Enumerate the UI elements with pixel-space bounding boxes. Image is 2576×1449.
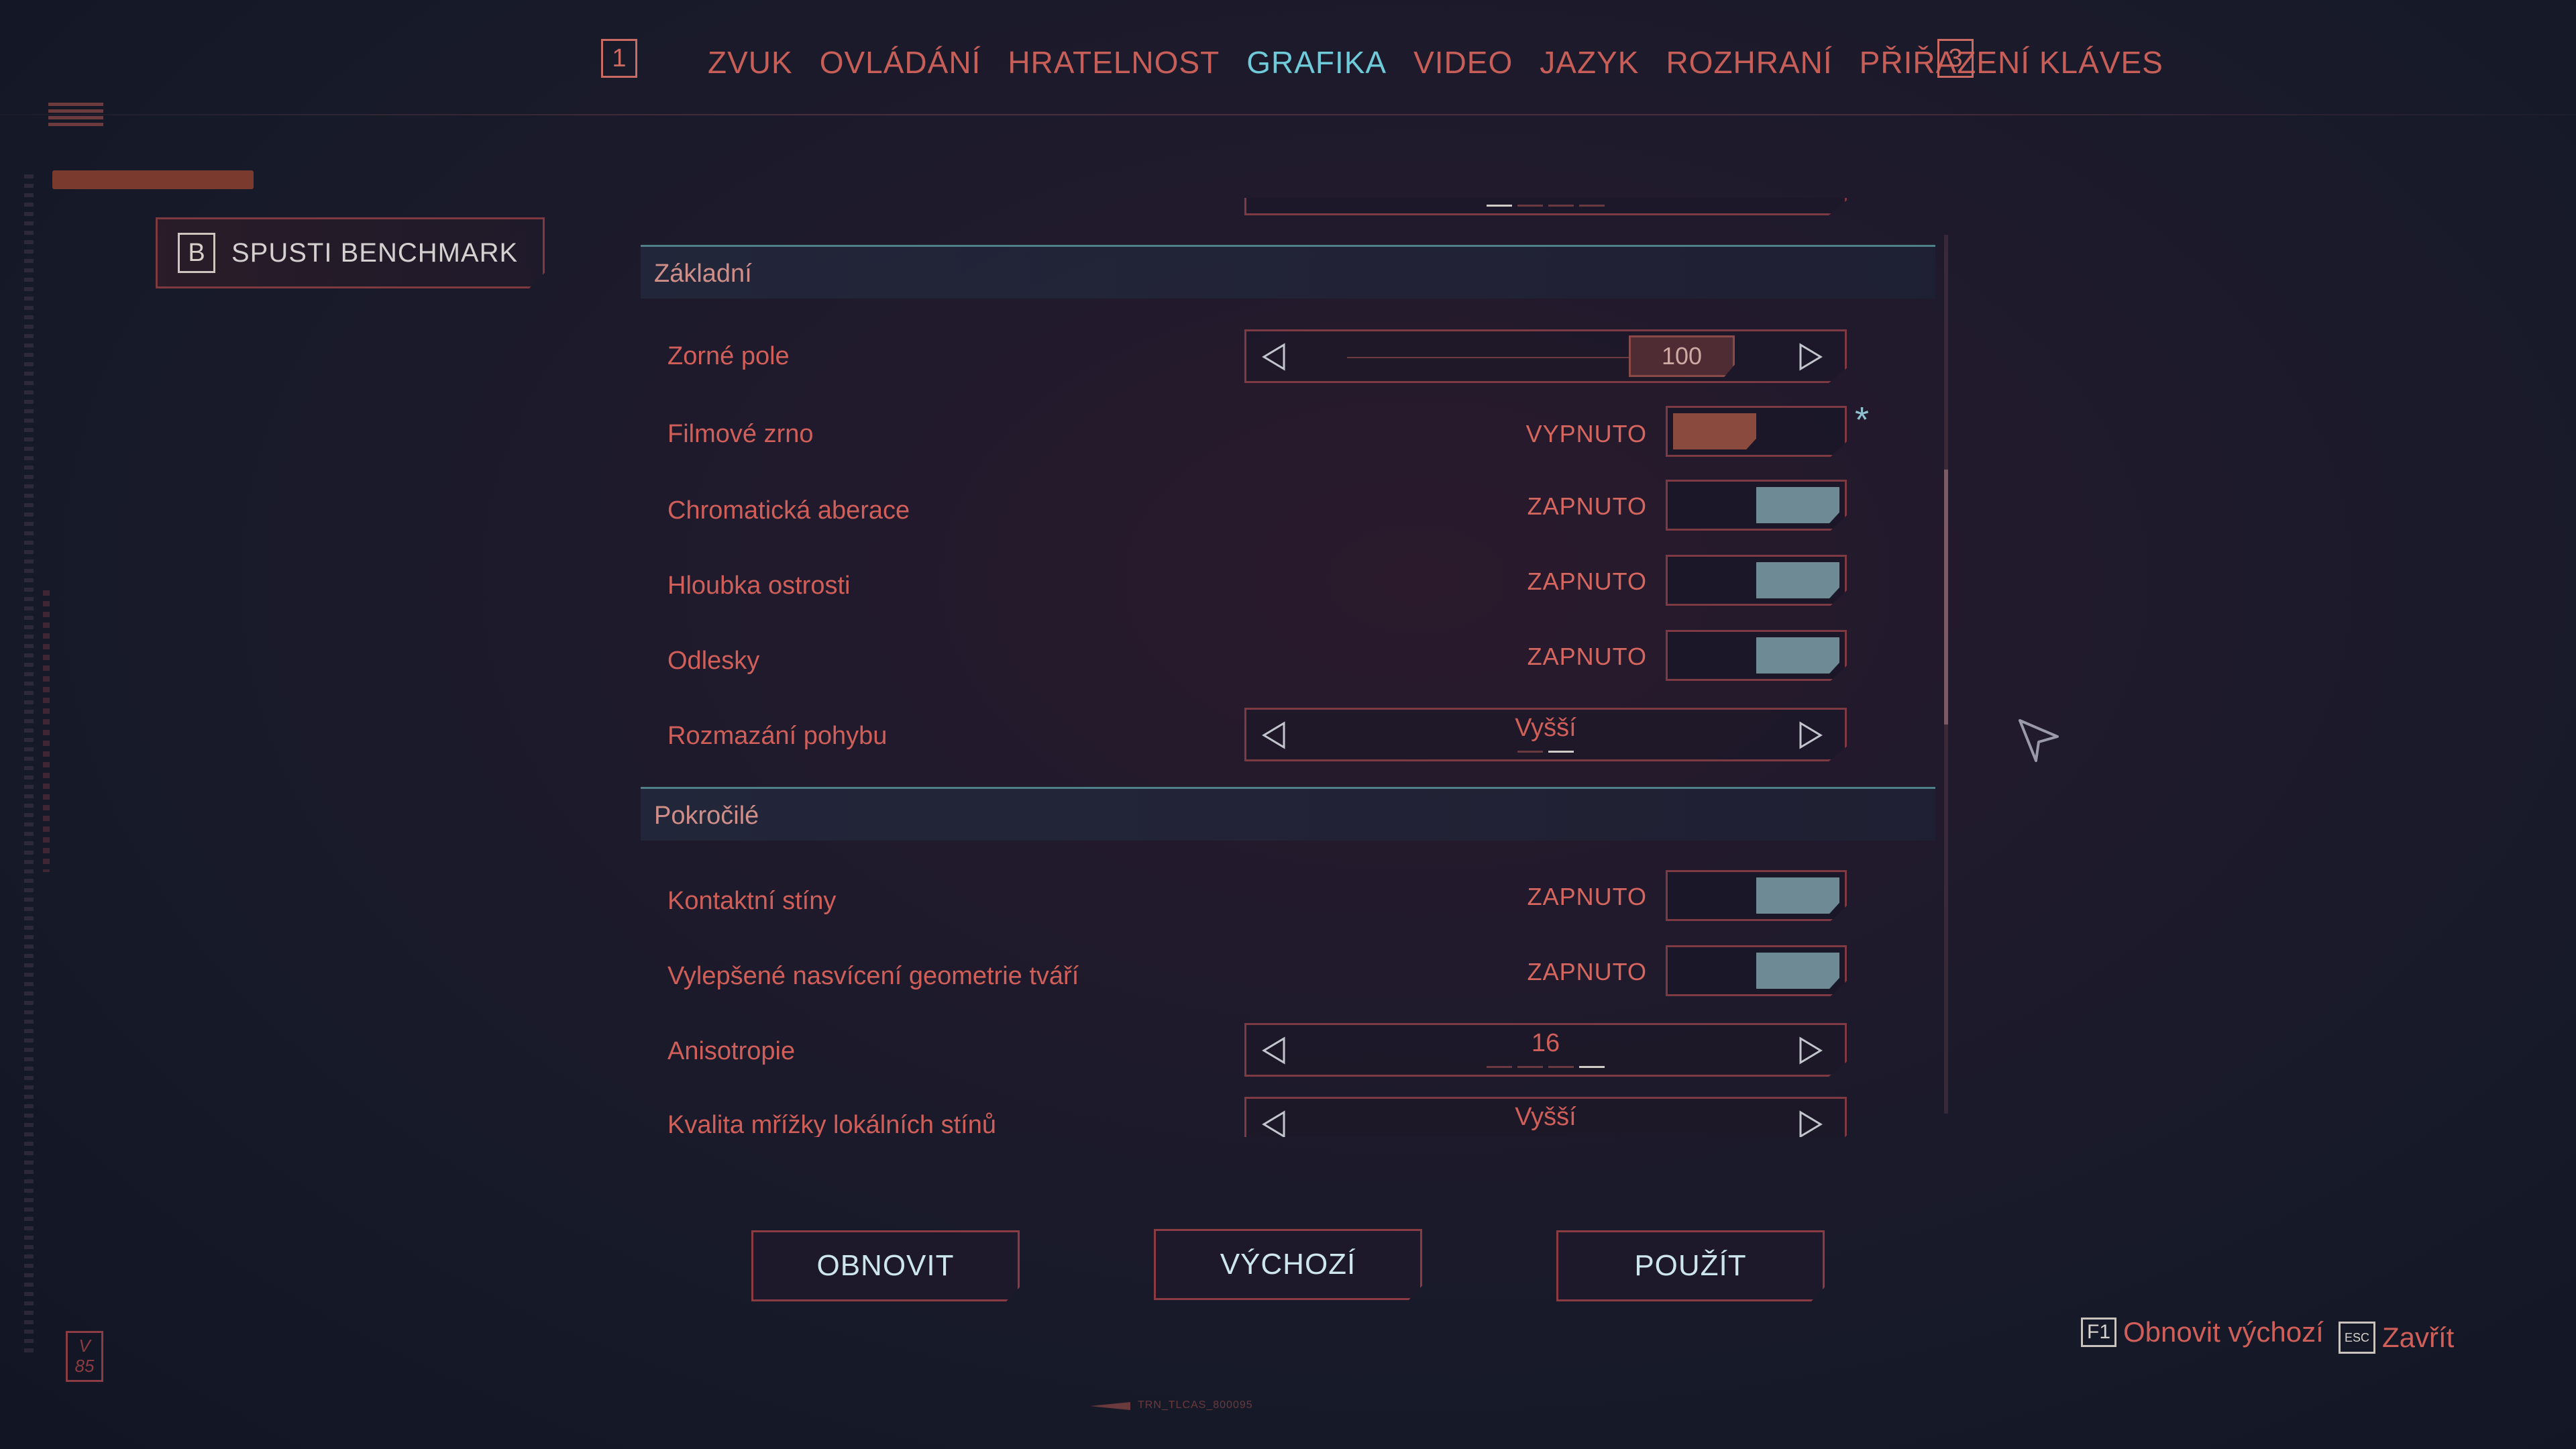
refresh-button[interactable]: OBNOVIT [751, 1230, 1020, 1301]
esc-key: ESC [2339, 1322, 2376, 1354]
run-benchmark-button[interactable]: B SPUSTI BENCHMARK [156, 217, 545, 288]
face-lighting-state: ZAPNUTO [1527, 958, 1647, 985]
tab-grafika[interactable]: GRAFIKA [1233, 40, 1400, 85]
contact-shadows-toggle[interactable] [1666, 870, 1847, 921]
settings-panel: Základní Zorné pole 100 Filmové zrno VYP… [641, 198, 1935, 1137]
f1-key: F1 [2081, 1318, 2117, 1347]
motion-blur-label: Rozmazání pohybu [667, 722, 888, 750]
close-label: Zavřít [2382, 1322, 2455, 1353]
chromatic-aberration-toggle[interactable] [1666, 480, 1847, 531]
tab-ovladani[interactable]: OVLÁDÁNÍ [806, 40, 995, 85]
settings-scrollbar-thumb[interactable] [1944, 470, 1948, 724]
arrow-left-icon[interactable] [1258, 341, 1291, 373]
build-tag-arrow [1090, 1402, 1130, 1410]
depth-of-field-toggle[interactable] [1666, 555, 1847, 606]
section-header-basic: Základní [641, 245, 1935, 299]
anisotropy-selector[interactable]: 16 [1244, 1023, 1847, 1077]
arrow-right-icon[interactable] [1794, 1034, 1826, 1067]
contact-shadows-state: ZAPNUTO [1527, 883, 1647, 910]
tab-video[interactable]: VIDEO [1400, 40, 1526, 85]
lens-flare-state: ZAPNUTO [1527, 643, 1647, 670]
contact-shadows-label: Kontaktní stíny [667, 887, 837, 915]
motion-blur-selector[interactable]: Vyšší [1244, 708, 1847, 761]
next-tab-key[interactable]: 3 [1937, 39, 1974, 78]
apply-button[interactable]: POUŽÍT [1556, 1230, 1825, 1301]
section-header-advanced: Pokročilé [641, 787, 1935, 841]
restore-defaults-label: Obnovit výchozí [2123, 1316, 2324, 1348]
fov-slider-track [1347, 357, 1629, 358]
partial-selector[interactable] [1244, 198, 1847, 215]
chromatic-aberration-label: Chromatická aberace [667, 496, 910, 525]
face-lighting-label: Vylepšené nasvícení geometrie tváří [667, 962, 1079, 990]
version-badge: V 85 [66, 1331, 103, 1382]
arrow-right-icon[interactable] [1794, 1108, 1826, 1137]
prev-tab-key[interactable]: 1 [601, 39, 637, 78]
film-grain-state: VYPNUTO [1525, 420, 1647, 447]
lens-flare-label: Odlesky [667, 647, 760, 675]
local-shadow-mesh-selector[interactable]: Vyšší [1244, 1097, 1847, 1137]
local-shadow-mesh-label: Kvalita mřížky lokálních stínů [667, 1111, 996, 1137]
lens-flare-toggle[interactable] [1666, 630, 1847, 681]
fov-value: 100 [1629, 335, 1735, 377]
decor-tag [52, 170, 254, 189]
depth-of-field-label: Hloubka ostrosti [667, 572, 851, 600]
build-tag: TRN_TLCAS_800095 [1138, 1399, 1253, 1411]
tab-hratelnost[interactable]: HRATELNOST [994, 40, 1233, 85]
benchmark-label: SPUSTI BENCHMARK [231, 237, 519, 268]
decor-vertical-stripe-red [43, 590, 50, 872]
fov-slider[interactable]: 100 [1244, 329, 1847, 383]
modified-marker: * [1855, 400, 1870, 440]
chromatic-aberration-state: ZAPNUTO [1527, 492, 1647, 520]
face-lighting-toggle[interactable] [1666, 945, 1847, 996]
logo-decor [48, 99, 103, 141]
depth-of-field-state: ZAPNUTO [1527, 568, 1647, 595]
film-grain-toggle[interactable] [1666, 406, 1847, 457]
anisotropy-label: Anisotropie [667, 1037, 796, 1065]
film-grain-label: Filmové zrno [667, 420, 814, 448]
fov-label: Zorné pole [667, 342, 790, 370]
arrow-right-icon[interactable] [1794, 719, 1826, 751]
top-divider [0, 114, 2576, 115]
arrow-right-icon[interactable] [1794, 341, 1826, 373]
decor-vertical-stripe [24, 174, 34, 1355]
mouse-cursor-icon [2019, 719, 2059, 762]
defaults-button[interactable]: VÝCHOZÍ [1154, 1229, 1422, 1300]
tab-zvuk[interactable]: ZVUK [694, 40, 806, 85]
benchmark-key: B [178, 233, 215, 273]
restore-defaults-hint[interactable]: F1 Obnovit výchozí [2081, 1316, 2324, 1348]
motion-blur-value: Vyšší [1515, 714, 1576, 742]
close-hint[interactable]: ESC Zavřít [2339, 1322, 2454, 1354]
tab-prirazeni-klaves[interactable]: PŘIŘAZENÍ KLÁVES [1846, 40, 2177, 85]
tab-jazyk[interactable]: JAZYK [1526, 40, 1652, 85]
anisotropy-value: 16 [1531, 1029, 1560, 1057]
local-shadow-mesh-value: Vyšší [1515, 1103, 1576, 1131]
tab-rozhrani[interactable]: ROZHRANÍ [1652, 40, 1845, 85]
